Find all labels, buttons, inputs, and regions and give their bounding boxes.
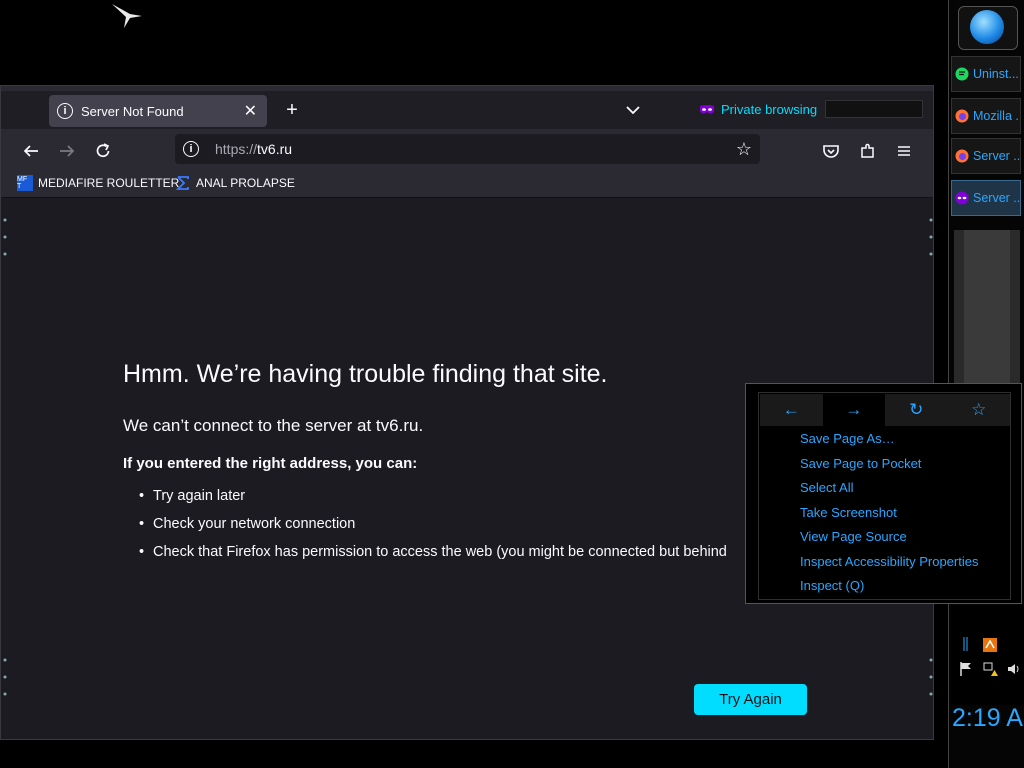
list-all-tabs-icon[interactable] <box>623 100 643 120</box>
tab-title: Server Not Found <box>81 103 184 119</box>
resize-handle-right-bottom[interactable] <box>928 656 934 698</box>
error-tips-list: Try again later Check your network conne… <box>139 482 727 566</box>
hamburger-icon <box>898 146 910 156</box>
navigation-toolbar: i https://tv6.ru ☆ <box>1 129 933 171</box>
error-instructions: If you entered the right address, you ca… <box>123 455 418 472</box>
desktop-cursor-icon <box>112 4 142 28</box>
menu-item-inspect-accessibility[interactable]: Inspect Accessibility Properties <box>800 550 978 575</box>
bookmark-label: ANAL PROLAPSE <box>196 176 295 190</box>
try-again-button[interactable]: Try Again <box>694 684 807 715</box>
bookmark-anal-prolapse[interactable]: ANAL PROLAPSE <box>175 175 295 191</box>
info-icon: i <box>57 103 73 119</box>
pocket-button[interactable] <box>817 137 845 165</box>
context-menu-items: Save Page As… Save Page to Pocket Select… <box>800 427 978 599</box>
volume-icon[interactable] <box>1006 661 1022 677</box>
tab-bar: i Server Not Found ✕ + Private browsing <box>1 91 933 129</box>
start-orb-icon <box>970 10 1004 44</box>
taskbar-item-label: Server ... <box>973 149 1021 163</box>
network-warning-icon[interactable] <box>982 661 998 677</box>
taskbar-clock[interactable]: 2:19 A <box>952 704 1023 733</box>
mediafire-icon: MF T <box>17 175 33 191</box>
menu-item-save-page-as[interactable]: Save Page As… <box>800 427 978 452</box>
forward-button[interactable] <box>53 137 81 165</box>
context-menu-nav: ← → ↻ ☆ <box>760 394 1010 426</box>
error-subtitle: We can’t connect to the server at tv6.ru… <box>123 416 424 435</box>
resize-handle-right-top[interactable] <box>928 216 934 258</box>
private-browsing-indicator: Private browsing <box>699 102 817 117</box>
chat-icon <box>955 67 969 81</box>
bookmark-label: MEDIAFIRE ROULETTER <box>38 176 180 190</box>
menu-item-inspect[interactable]: Inspect (Q) <box>800 574 978 599</box>
reload-icon <box>96 143 110 158</box>
arrow-left-icon <box>23 145 38 157</box>
menu-item-take-screenshot[interactable]: Take Screenshot <box>800 501 978 526</box>
taskbar-item-label: Mozilla ... <box>973 109 1021 123</box>
menu-item-save-to-pocket[interactable]: Save Page to Pocket <box>800 452 978 477</box>
resize-handle-left-top[interactable] <box>2 216 8 258</box>
private-mask-icon <box>955 191 969 205</box>
taskbar-item-server-2[interactable]: Server ... <box>951 180 1021 216</box>
context-back-icon[interactable]: ← <box>760 394 823 426</box>
start-button[interactable] <box>958 6 1018 50</box>
context-forward-icon[interactable]: → <box>822 394 885 426</box>
url-scheme: https:// <box>215 141 258 157</box>
menu-item-view-page-source[interactable]: View Page Source <box>800 525 978 550</box>
close-tab-icon[interactable]: ✕ <box>244 101 257 121</box>
window-controls[interactable] <box>825 100 923 118</box>
flag-icon[interactable] <box>958 661 974 677</box>
taskbar-item-label: Server ... <box>973 191 1021 205</box>
resize-handle-left-bottom[interactable] <box>2 656 8 698</box>
extensions-button[interactable] <box>854 137 882 165</box>
url-host: tv6.ru <box>257 141 293 157</box>
menu-item-select-all[interactable]: Select All <box>800 476 978 501</box>
url-text[interactable]: https://tv6.ru <box>215 141 736 157</box>
taskbar-item-server-1[interactable]: Server ... <box>951 138 1021 174</box>
pocket-icon <box>823 145 839 158</box>
system-tray <box>951 605 1024 705</box>
tab-server-not-found[interactable]: i Server Not Found ✕ <box>49 95 267 127</box>
back-button[interactable] <box>17 137 45 165</box>
arrow-right-icon <box>60 145 75 157</box>
url-bar[interactable]: i https://tv6.ru ☆ <box>175 134 760 164</box>
list-item: Check that Firefox has permission to acc… <box>139 538 727 566</box>
firefox-icon <box>955 149 969 163</box>
tray-app-icon[interactable] <box>982 637 998 653</box>
private-browsing-label: Private browsing <box>721 102 818 117</box>
private-mask-icon <box>700 104 714 114</box>
context-bookmark-icon[interactable]: ☆ <box>947 394 1010 426</box>
firefox-icon <box>955 109 969 123</box>
site-info-icon[interactable]: i <box>183 141 199 157</box>
bookmark-star-icon[interactable]: ☆ <box>736 139 752 160</box>
tray-divider-icon <box>963 637 968 651</box>
puzzle-icon <box>861 143 874 158</box>
reload-button[interactable] <box>89 137 117 165</box>
bookmark-mediafire[interactable]: MF T MEDIAFIRE ROULETTER <box>17 175 179 191</box>
taskbar-item-mozilla[interactable]: Mozilla ... <box>951 98 1021 134</box>
list-item: Try again later <box>139 482 727 510</box>
new-tab-button[interactable]: + <box>281 99 303 121</box>
list-item: Check your network connection <box>139 510 727 538</box>
context-reload-icon[interactable]: ↻ <box>885 394 948 426</box>
app-menu-button[interactable] <box>890 137 918 165</box>
error-title: Hmm. We’re having trouble finding that s… <box>123 360 608 388</box>
bookmarks-toolbar: MF T MEDIAFIRE ROULETTER ANAL PROLAPSE <box>1 171 933 198</box>
taskbar-item-label: Uninst... <box>973 67 1019 81</box>
taskbar-item-uninstall[interactable]: Uninst... <box>951 56 1021 92</box>
sigma-icon <box>175 176 189 190</box>
